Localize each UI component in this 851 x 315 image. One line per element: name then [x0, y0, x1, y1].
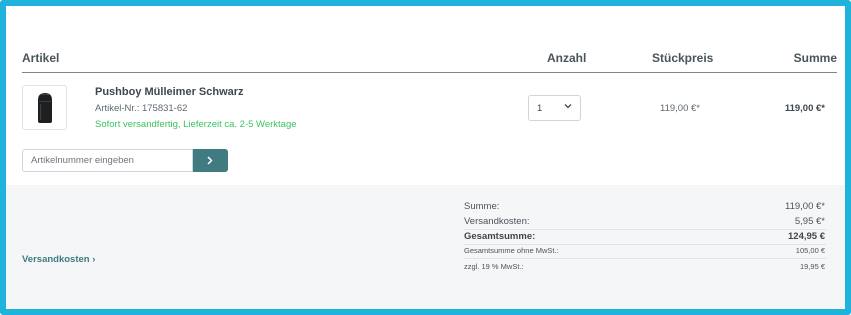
product-name[interactable]: Pushboy Mülleimer Schwarz [95, 86, 244, 98]
header-article: Artikel [22, 51, 60, 65]
shipping-costs-link[interactable]: Versandkosten › [22, 254, 95, 265]
product-image[interactable] [22, 85, 67, 130]
summary-grand-total-label: Gesamtsumme: [464, 231, 536, 242]
shipping-costs-label: Versandkosten [22, 254, 90, 265]
summary-divider [464, 229, 826, 230]
quantity-value: 1 [537, 103, 543, 114]
header-total: Summe [793, 51, 837, 65]
header-unit-price: Stückpreis [652, 51, 714, 65]
summary-vat-value: 19,95 € [799, 262, 825, 271]
cart-summary-area: Versandkosten › Summe: 119,00 €* Versand… [6, 185, 845, 309]
summary-subtotal-value: 119,00 €* [785, 201, 825, 212]
unit-price: 119,00 €* [660, 103, 700, 114]
cart-table-header: Artikel Anzahl Stückpreis Summe [22, 44, 837, 73]
delivery-info: Sofort versandfertig, Lieferzeit ca. 2-5… [95, 119, 297, 130]
trash-bin-icon [38, 93, 52, 123]
summary-divider [464, 244, 826, 245]
summary-subtotal-label: Summe: [464, 201, 500, 212]
header-quantity: Anzahl [547, 51, 587, 65]
summary-shipping-value: 5,95 €* [794, 216, 825, 227]
article-number-input[interactable] [22, 149, 193, 172]
add-article-button[interactable] [193, 149, 228, 172]
summary-divider [464, 258, 826, 259]
row-total: 119,00 €* [784, 103, 825, 114]
quantity-select[interactable]: 1 [528, 95, 581, 121]
chevron-down-icon [564, 104, 572, 109]
summary-net-total-label: Gesamtsumme ohne MwSt.: [464, 246, 559, 255]
product-sku: Artikel-Nr.: 175831-62 [95, 103, 188, 114]
chevron-right-icon: › [92, 254, 96, 265]
summary-net-total-value: 105,00 € [795, 246, 825, 255]
summary-grand-total-value: 124,95 € [788, 231, 825, 242]
summary-shipping-label: Versandkosten: [464, 216, 530, 227]
cart-panel: Artikel Anzahl Stückpreis Summe Pushboy … [0, 0, 851, 315]
summary-vat-label: zzgl. 19 % MwSt.: [464, 262, 524, 271]
chevron-right-icon [207, 156, 213, 165]
